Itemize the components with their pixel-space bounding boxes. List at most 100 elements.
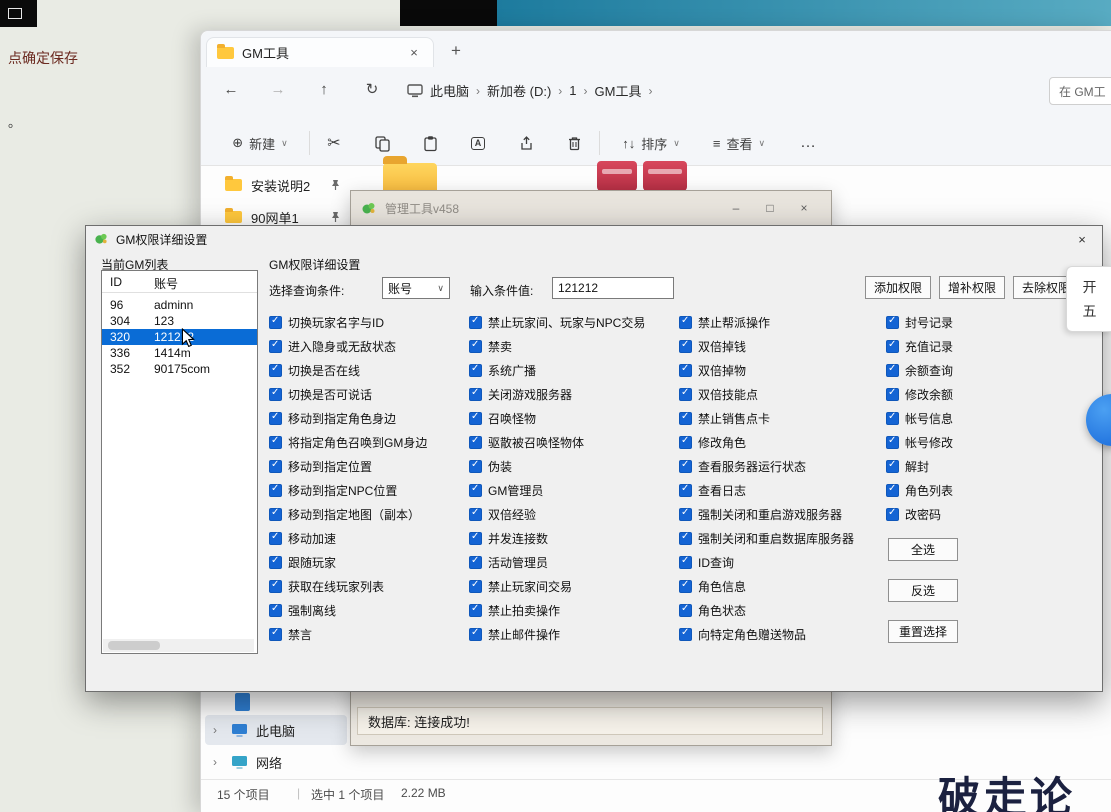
perm-checkbox[interactable]: 禁止帮派操作 xyxy=(679,314,770,330)
invert-selection-button[interactable]: 反选 xyxy=(888,579,958,602)
perm-checkbox[interactable]: 系统广播 xyxy=(469,362,536,378)
perm-checkbox[interactable]: 强制关闭和重启游戏服务器 xyxy=(679,506,842,522)
perm-checkbox[interactable]: 双倍掉钱 xyxy=(679,338,746,354)
perm-checkbox[interactable]: 强制关闭和重启数据库服务器 xyxy=(679,530,854,546)
perm-checkbox[interactable]: 帐号修改 xyxy=(886,434,953,450)
perm-checkbox[interactable]: 禁止玩家间、玩家与NPC交易 xyxy=(469,314,645,330)
new-button[interactable]: ⊕ 新建 ∨ xyxy=(219,125,301,161)
perm-checkbox[interactable]: 解封 xyxy=(886,458,929,474)
perm-checkbox[interactable]: 封号记录 xyxy=(886,314,953,330)
perm-checkbox[interactable]: 余额查询 xyxy=(886,362,953,378)
perm-checkbox[interactable]: 活动管理员 xyxy=(469,554,548,570)
condition-value-input[interactable] xyxy=(552,277,674,299)
scrollbar-thumb[interactable] xyxy=(108,641,160,650)
perm-checkbox[interactable]: 修改角色 xyxy=(679,434,746,450)
gm-list-row[interactable]: 35290175com xyxy=(102,361,257,377)
select-all-button[interactable]: 全选 xyxy=(888,538,958,561)
perm-checkbox[interactable]: 并发连接数 xyxy=(469,530,548,546)
sidebar-item-install-notes[interactable]: 安装说明2 xyxy=(225,171,355,199)
perm-checkbox[interactable]: 查看服务器运行状态 xyxy=(679,458,806,474)
perm-checkbox[interactable]: 禁止销售点卡 xyxy=(679,410,770,426)
rename-button[interactable] xyxy=(461,125,495,161)
tool-window-titlebar[interactable]: 管理工具v458 – □ × xyxy=(351,191,831,225)
perm-checkbox[interactable]: 双倍掉物 xyxy=(679,362,746,378)
perm-checkbox[interactable]: 关闭游戏服务器 xyxy=(469,386,572,402)
share-button[interactable] xyxy=(509,125,543,161)
perm-checkbox[interactable]: 修改余额 xyxy=(886,386,953,402)
chevron-right-icon[interactable]: › xyxy=(213,723,223,737)
perm-checkbox[interactable]: 角色状态 xyxy=(679,602,746,618)
back-button[interactable]: ← xyxy=(216,75,246,103)
perm-checkbox[interactable]: 切换是否在线 xyxy=(269,362,360,378)
perm-checkbox[interactable]: 强制离线 xyxy=(269,602,336,618)
perm-checkbox[interactable]: ID查询 xyxy=(679,554,734,570)
perm-checkbox[interactable]: 禁止玩家间交易 xyxy=(469,578,572,594)
minimize-button[interactable]: – xyxy=(719,196,753,220)
perm-checkbox[interactable]: 禁止拍卖操作 xyxy=(469,602,560,618)
horizontal-scrollbar[interactable] xyxy=(103,639,254,652)
sidebar-item-network[interactable]: › 网络 xyxy=(205,747,347,777)
tab-close-icon[interactable]: × xyxy=(405,45,423,60)
paste-button[interactable] xyxy=(413,125,447,161)
close-button[interactable]: × xyxy=(787,196,821,220)
cut-button[interactable]: ✂ xyxy=(317,125,351,161)
perm-checkbox[interactable]: 获取在线玩家列表 xyxy=(269,578,384,594)
file-icon-archive[interactable] xyxy=(597,161,637,191)
file-icon-archive[interactable] xyxy=(643,161,687,191)
perm-checkbox[interactable]: 改密码 xyxy=(886,506,941,522)
breadcrumb-folder-1[interactable]: 1 xyxy=(569,83,576,98)
breadcrumb-gm-tools[interactable]: GM工具 xyxy=(595,81,642,100)
perm-checkbox[interactable]: 禁止邮件操作 xyxy=(469,626,560,642)
perm-checkbox[interactable]: 移动到指定地图（副本） xyxy=(269,506,420,522)
perm-checkbox[interactable]: 伪装 xyxy=(469,458,512,474)
perm-checkbox[interactable]: 禁言 xyxy=(269,626,312,642)
tab-gm-tools[interactable]: GM工具 × xyxy=(206,37,434,67)
gm-list-row[interactable]: 304123 xyxy=(102,313,257,329)
side-panel-tab[interactable]: 开 五 xyxy=(1066,266,1111,332)
breadcrumb-drive-d[interactable]: 新加卷 (D:) xyxy=(487,81,551,100)
perm-checkbox[interactable]: 禁卖 xyxy=(469,338,512,354)
perm-checkbox[interactable]: 移动到指定位置 xyxy=(269,458,372,474)
maximize-button[interactable]: □ xyxy=(753,196,787,220)
more-button[interactable]: … xyxy=(791,125,825,161)
perm-checkbox[interactable]: 进入隐身或无敌状态 xyxy=(269,338,396,354)
perm-checkbox[interactable]: 充值记录 xyxy=(886,338,953,354)
new-tab-button[interactable]: + xyxy=(451,41,461,61)
up-button[interactable]: ↑ xyxy=(309,75,339,103)
perm-checkbox[interactable]: 角色信息 xyxy=(679,578,746,594)
dialog-titlebar[interactable]: GM权限详细设置 xyxy=(86,226,1102,252)
sort-button[interactable]: ↑↓ 排序 ∨ xyxy=(609,125,693,161)
perm-checkbox[interactable]: 移动到指定NPC位置 xyxy=(269,482,397,498)
gm-list-row[interactable]: 96adminn xyxy=(102,297,257,313)
perm-checkbox[interactable]: 向特定角色赠送物品 xyxy=(679,626,806,642)
perm-checkbox[interactable]: 移动到指定角色身边 xyxy=(269,410,396,426)
search-input[interactable]: 在 GM工 xyxy=(1049,77,1111,105)
perm-checkbox[interactable]: 切换玩家名字与ID xyxy=(269,314,384,330)
view-button[interactable]: ≡ 查看 ∨ xyxy=(697,125,781,161)
query-condition-select[interactable]: 账号 ∨ xyxy=(382,277,450,299)
extend-permission-button[interactable]: 增补权限 xyxy=(939,276,1005,299)
perm-checkbox[interactable]: 移动加速 xyxy=(269,530,336,546)
add-permission-button[interactable]: 添加权限 xyxy=(865,276,931,299)
perm-checkbox[interactable]: 切换是否可说话 xyxy=(269,386,372,402)
dialog-close-button[interactable]: × xyxy=(1066,229,1098,249)
perm-checkbox[interactable]: 召唤怪物 xyxy=(469,410,536,426)
perm-checkbox[interactable]: 角色列表 xyxy=(886,482,953,498)
breadcrumb-this-pc[interactable]: 此电脑 xyxy=(430,81,469,100)
perm-checkbox[interactable]: 驱散被召唤怪物体 xyxy=(469,434,584,450)
refresh-button[interactable]: ↻ xyxy=(357,75,387,103)
perm-checkbox[interactable]: 将指定角色召唤到GM身边 xyxy=(269,434,427,450)
forward-button[interactable]: → xyxy=(263,75,293,103)
perm-checkbox[interactable]: 跟随玩家 xyxy=(269,554,336,570)
perm-checkbox[interactable]: 双倍技能点 xyxy=(679,386,758,402)
desktop-note-text: 点确定保存 xyxy=(8,48,78,68)
perm-checkbox[interactable]: 双倍经验 xyxy=(469,506,536,522)
perm-checkbox[interactable]: GM管理员 xyxy=(469,482,543,498)
delete-button[interactable] xyxy=(557,125,591,161)
reset-selection-button[interactable]: 重置选择 xyxy=(888,620,958,643)
perm-checkbox[interactable]: 帐号信息 xyxy=(886,410,953,426)
chevron-right-icon[interactable]: › xyxy=(213,755,223,769)
checkbox-checked-icon xyxy=(886,460,899,473)
perm-checkbox[interactable]: 查看日志 xyxy=(679,482,746,498)
sidebar-item-this-pc[interactable]: › 此电脑 xyxy=(205,715,347,745)
